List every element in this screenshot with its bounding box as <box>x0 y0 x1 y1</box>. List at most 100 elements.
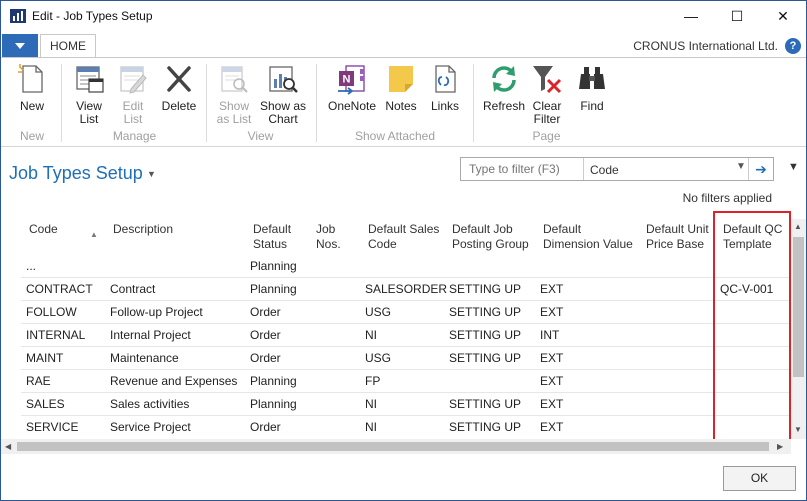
cell-posting-group[interactable]: SETTING UP <box>449 397 521 411</box>
chevron-down-icon[interactable]: ▼ <box>147 169 156 179</box>
page-title[interactable]: Job Types Setup <box>9 163 143 184</box>
find-button[interactable]: Find <box>573 63 611 113</box>
table-row[interactable]: MAINT Maintenance Order USG SETTING UP EXT <box>21 347 791 370</box>
apply-filter-arrow-icon[interactable]: ➔ <box>748 158 773 180</box>
table-row[interactable]: SERVICE Service Project Order NI SETTING UP E… <box>21 416 791 438</box>
cell-posting-group[interactable]: SETTING UP <box>449 420 521 434</box>
cell-posting-group[interactable]: SETTING UP <box>449 305 521 319</box>
cell-default-status[interactable]: Planning <box>250 259 297 273</box>
cell-code[interactable]: FOLLOW <box>26 305 77 319</box>
ribbon-separator <box>316 64 317 142</box>
cell-code[interactable]: RAE <box>26 374 51 388</box>
filter-field-select[interactable]: Code <box>590 163 619 177</box>
cell-code[interactable]: CONTRACT <box>26 282 93 296</box>
cell-dimension-value[interactable]: EXT <box>540 282 563 296</box>
cell-code[interactable]: MAINT <box>26 351 63 365</box>
clear-filter-button[interactable]: Clear Filter <box>529 63 565 126</box>
maximize-button[interactable]: ☐ <box>714 1 760 31</box>
cell-dimension-value[interactable]: EXT <box>540 351 563 365</box>
cell-dimension-value[interactable]: EXT <box>540 305 563 319</box>
cell-description[interactable]: Revenue and Expenses <box>110 374 237 388</box>
cell-posting-group[interactable]: SETTING UP <box>449 351 521 365</box>
cell-default-status[interactable]: Order <box>250 420 281 434</box>
cell-posting-group[interactable]: SETTING UP <box>449 282 521 296</box>
cell-default-status[interactable]: Order <box>250 305 281 319</box>
minimize-button[interactable]: — <box>668 1 714 31</box>
table-row[interactable]: CONTRACT Contract Planning SALESORDER SETTIN… <box>21 278 791 301</box>
edit-list-icon <box>120 66 147 94</box>
horizontal-scrollbar[interactable]: ◀ ▶ <box>1 439 791 454</box>
cell-code[interactable]: INTERNAL <box>26 328 85 342</box>
close-button[interactable]: ✕ <box>760 1 806 31</box>
vertical-scroll-thumb[interactable] <box>793 237 804 377</box>
table-row[interactable]: SALES Sales activities Planning NI SETTING U… <box>21 393 791 416</box>
column-header-code[interactable]: Code <box>29 222 58 237</box>
links-button[interactable]: Links <box>426 63 464 113</box>
notes-button[interactable]: Notes <box>382 63 420 113</box>
cell-description[interactable]: Maintenance <box>110 351 179 365</box>
scroll-down-icon[interactable]: ▼ <box>794 425 802 434</box>
cell-default-sales-code[interactable]: NI <box>365 328 377 342</box>
column-header-unit-price-base[interactable]: Default Unit Price Base <box>646 222 709 252</box>
cell-default-sales-code[interactable]: USG <box>365 305 391 319</box>
application-menu-button[interactable] <box>2 34 38 57</box>
cell-default-sales-code[interactable]: USG <box>365 351 391 365</box>
cell-default-status[interactable]: Planning <box>250 374 297 388</box>
filter-status: No filters applied <box>682 191 772 205</box>
filter-input[interactable] <box>461 158 584 180</box>
cell-description[interactable]: Sales activities <box>110 397 189 411</box>
group-label-new: New <box>19 129 44 143</box>
cell-dimension-value[interactable]: EXT <box>540 420 563 434</box>
horizontal-scroll-thumb[interactable] <box>17 442 769 451</box>
edit-list-button[interactable]: Edit List <box>114 63 152 126</box>
column-header-dimension-value[interactable]: Default Dimension Value <box>543 222 633 252</box>
cell-default-sales-code[interactable]: NI <box>365 397 377 411</box>
vertical-scrollbar[interactable]: ▲ ▼ <box>791 219 806 439</box>
cell-default-status[interactable]: Order <box>250 328 281 342</box>
cell-default-status[interactable]: Planning <box>250 282 297 296</box>
table-row[interactable]: ... Planning <box>21 255 791 278</box>
cell-default-sales-code[interactable]: FP <box>365 374 380 388</box>
cell-code[interactable]: SALES <box>26 397 65 411</box>
table-row[interactable]: RAE Revenue and Expenses Planning FP EXT <box>21 370 791 393</box>
table-row[interactable]: INTERNAL Internal Project Order NI SETTING U… <box>21 324 791 347</box>
show-as-chart-button[interactable]: Show as Chart <box>259 63 307 126</box>
cell-dimension-value[interactable]: EXT <box>540 397 563 411</box>
scroll-right-icon[interactable]: ▶ <box>777 442 783 451</box>
cell-posting-group[interactable]: SETTING UP <box>449 328 521 342</box>
cell-description[interactable]: Service Project <box>110 420 191 434</box>
cell-dimension-value[interactable]: EXT <box>540 374 563 388</box>
column-header-job-nos[interactable]: Job Nos. <box>316 222 341 252</box>
column-header-default-status[interactable]: Default Status <box>253 222 291 252</box>
new-button[interactable]: New <box>13 63 51 113</box>
cell-default-sales-code[interactable]: SALESORDER <box>365 282 447 296</box>
view-list-button[interactable]: View List <box>69 63 109 126</box>
refresh-button[interactable]: Refresh <box>482 63 526 113</box>
cell-dimension-value[interactable]: INT <box>540 328 559 342</box>
link-document-icon <box>435 65 456 93</box>
table-row[interactable]: FOLLOW Follow-up Project Order USG SETTING U… <box>21 301 791 324</box>
cell-description[interactable]: Contract <box>110 282 155 296</box>
delete-button[interactable]: Delete <box>158 63 200 113</box>
chevron-down-icon[interactable]: ▼ <box>788 161 799 173</box>
show-as-list-button[interactable]: Show as List <box>214 63 254 126</box>
company-name[interactable]: CRONUS International Ltd. <box>633 39 778 53</box>
cell-default-status[interactable]: Order <box>250 351 281 365</box>
cell-default-status[interactable]: Planning <box>250 397 297 411</box>
help-icon[interactable]: ? <box>785 38 801 54</box>
cell-code[interactable]: ... <box>26 259 36 273</box>
sort-ascending-icon: ▲ <box>90 230 98 239</box>
onenote-button[interactable]: N OneNote <box>326 63 378 113</box>
column-header-posting-group[interactable]: Default Job Posting Group <box>452 222 529 252</box>
scroll-up-icon[interactable]: ▲ <box>794 222 802 231</box>
cell-description[interactable]: Follow-up Project <box>110 305 203 319</box>
tab-home[interactable]: HOME <box>40 34 96 58</box>
column-header-default-sales-code[interactable]: Default Sales Code <box>368 222 439 252</box>
cell-description[interactable]: Internal Project <box>110 328 191 342</box>
cell-default-sales-code[interactable]: NI <box>365 420 377 434</box>
ok-button[interactable]: OK <box>723 466 796 491</box>
chevron-down-icon[interactable]: ▼ <box>736 161 746 172</box>
cell-code[interactable]: SERVICE <box>26 420 78 434</box>
column-header-description[interactable]: Description <box>113 222 173 237</box>
scroll-left-icon[interactable]: ◀ <box>5 442 11 451</box>
